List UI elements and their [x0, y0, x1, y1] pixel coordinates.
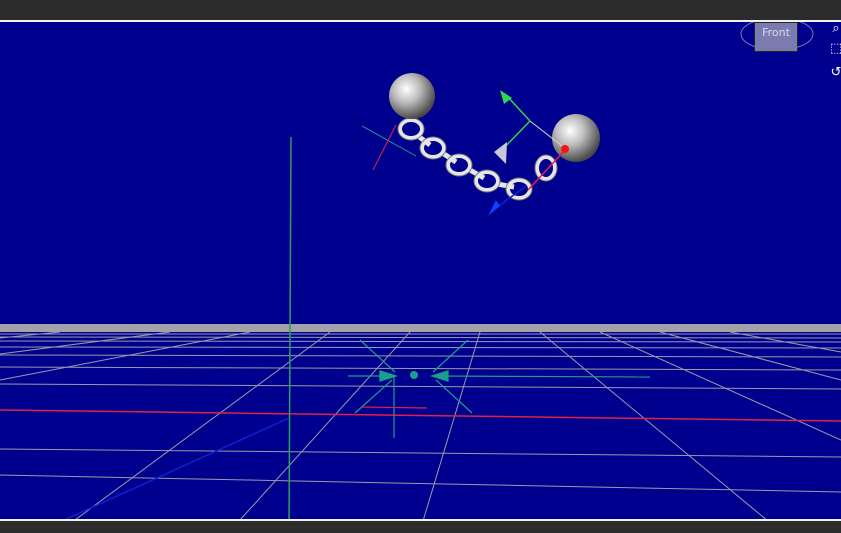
scene-canvas[interactable] — [0, 22, 841, 519]
chain-object[interactable] — [361, 73, 600, 201]
right-ball[interactable] — [552, 114, 600, 162]
viewport-nav-tools: ⌕ ⬚ ↺ — [828, 0, 841, 90]
view-cube-ring[interactable] — [738, 22, 820, 50]
y-axis-line — [288, 136, 292, 519]
top-toolbar — [0, 0, 841, 22]
orbit-icon[interactable]: ↺ — [830, 66, 841, 80]
z-axis-line — [64, 417, 290, 519]
horizon-band — [0, 324, 841, 332]
camera-target-helper[interactable] — [348, 339, 651, 438]
left-ball[interactable] — [389, 73, 435, 119]
x-axis-line — [0, 409, 841, 422]
3d-viewport[interactable]: Front — [0, 22, 841, 519]
frame-selection-icon[interactable]: ⬚ — [830, 42, 841, 56]
zoom-icon[interactable]: ⌕ — [830, 22, 841, 36]
ground-grid — [0, 324, 841, 519]
